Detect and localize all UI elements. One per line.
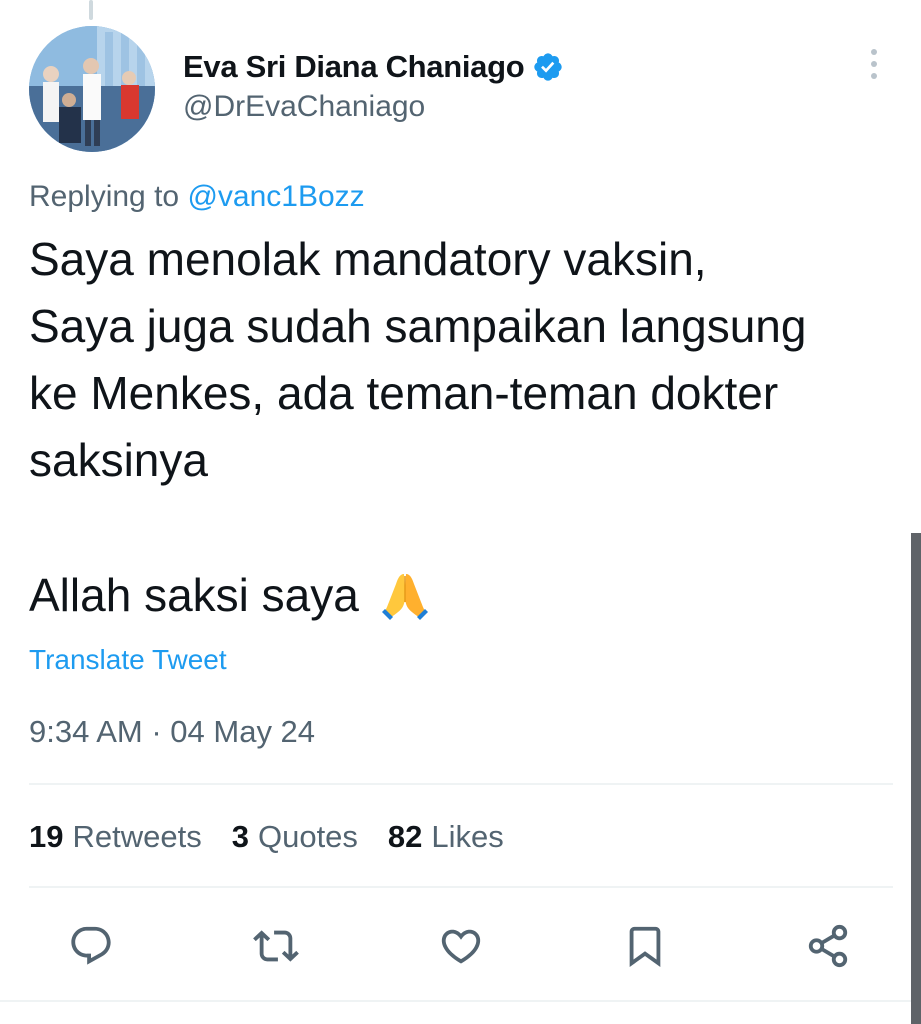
divider	[29, 783, 893, 785]
divider	[29, 886, 893, 888]
tweet-text-line: Saya juga sudah sampaikan langsung	[29, 300, 807, 352]
share-icon	[808, 924, 848, 968]
tweet-text-line: Saya menolak mandatory vaksin,	[29, 233, 707, 285]
divider	[0, 1000, 921, 1002]
more-options-icon[interactable]	[860, 46, 888, 82]
display-name[interactable]: Eva Sri Diana Chaniago	[183, 49, 525, 85]
like-button[interactable]	[433, 918, 489, 974]
tweet-text-line: saksinya	[29, 434, 208, 486]
avatar-photo	[29, 26, 155, 152]
replying-to: Replying to @vanc1Bozz	[29, 180, 365, 214]
retweets-label: Retweets	[72, 819, 202, 854]
retweets-count: 19	[29, 819, 64, 854]
scrollbar[interactable]	[911, 533, 921, 1024]
engagement-stats: 19 Retweets 3 Quotes 82 Likes	[29, 815, 534, 859]
quotes-stat[interactable]: 3 Quotes	[232, 819, 358, 855]
quotes-label: Quotes	[257, 819, 358, 854]
tweet-timestamp[interactable]: 9:34 AM · 04 May 24	[29, 714, 315, 750]
reply-mention-link[interactable]: @vanc1Bozz	[187, 180, 364, 213]
quotes-count: 3	[231, 819, 249, 854]
replying-to-label: Replying to	[29, 180, 180, 213]
tweet-text-line: ke Menkes, ada teman-teman dokter	[29, 367, 779, 419]
reply-icon	[71, 926, 111, 965]
bookmark-icon	[629, 926, 661, 967]
folded-hands-icon	[377, 568, 433, 624]
avatar[interactable]	[29, 26, 155, 152]
likes-label: Likes	[431, 819, 504, 854]
tweet-action-bar	[0, 918, 921, 974]
retweets-stat[interactable]: 19 Retweets	[29, 819, 202, 855]
like-icon	[441, 929, 481, 964]
reply-button[interactable]	[63, 918, 119, 974]
tweet-detail-page: Eva Sri Diana Chaniago @DrEvaChaniago Re…	[0, 0, 921, 1024]
verified-badge-icon	[532, 51, 564, 83]
likes-stat[interactable]: 82 Likes	[388, 819, 504, 855]
thread-connector	[89, 0, 93, 20]
tweet-closing-text: Allah saksi saya	[29, 569, 359, 621]
translate-tweet-link[interactable]: Translate Tweet	[29, 644, 227, 676]
author-name-row[interactable]: Eva Sri Diana Chaniago	[183, 46, 564, 88]
retweet-icon	[253, 930, 299, 962]
bookmark-button[interactable]	[617, 918, 673, 974]
retweet-button[interactable]	[248, 918, 304, 974]
likes-count: 82	[387, 819, 423, 854]
share-button[interactable]	[800, 918, 856, 974]
author-handle[interactable]: @DrEvaChaniago	[183, 90, 425, 124]
tweet-text: Saya menolak mandatory vaksin, Saya juga…	[29, 226, 909, 494]
tweet-closing-line: Allah saksi saya	[29, 562, 433, 629]
